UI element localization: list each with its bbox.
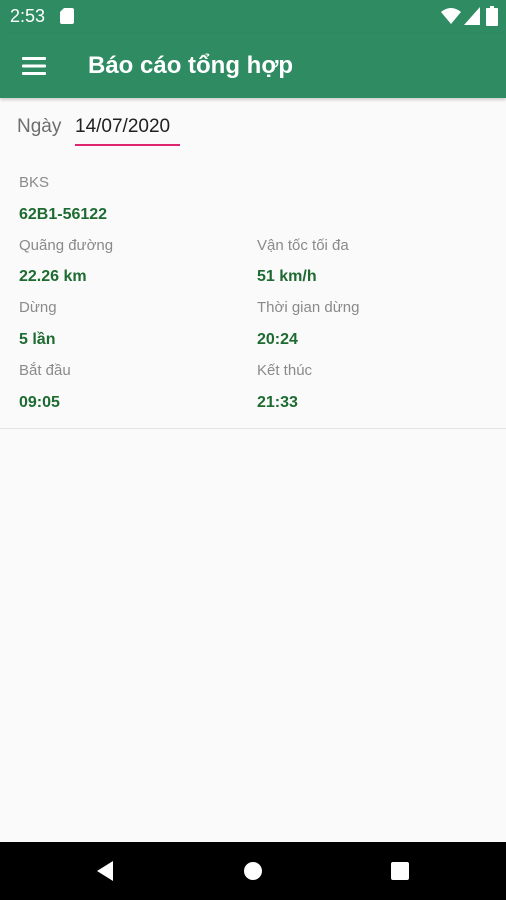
system-nav-bar bbox=[0, 842, 506, 900]
sd-card-icon bbox=[60, 8, 74, 24]
bks-label: BKS bbox=[19, 174, 50, 191]
home-icon[interactable] bbox=[238, 856, 268, 886]
status-bar: 2:53 bbox=[0, 0, 506, 33]
bks-value: 62B1-56122 bbox=[19, 206, 108, 223]
date-field[interactable] bbox=[75, 110, 180, 146]
hamburger-menu-icon[interactable] bbox=[16, 48, 52, 84]
battery-icon bbox=[486, 6, 498, 26]
status-time: 2:53 bbox=[10, 6, 46, 26]
start-label: Bắt đầu bbox=[19, 362, 71, 379]
start-value: 09:05 bbox=[19, 394, 60, 411]
screen: 2:53 Báo cáo tổng hợp Ngày BKS 62B1-5612… bbox=[0, 0, 506, 900]
date-filter: Ngày bbox=[0, 110, 506, 150]
back-icon[interactable] bbox=[91, 856, 121, 886]
wifi-icon bbox=[441, 8, 461, 24]
max-speed-label: Vận tốc tối đa bbox=[257, 237, 349, 254]
stops-value: 5 lần bbox=[19, 331, 56, 348]
date-label: Ngày bbox=[17, 116, 62, 137]
recents-icon[interactable] bbox=[385, 856, 415, 886]
page-title: Báo cáo tổng hợp bbox=[88, 52, 294, 79]
stops-label: Dừng bbox=[19, 299, 57, 316]
stop-time-value: 20:24 bbox=[257, 331, 298, 348]
end-value: 21:33 bbox=[257, 394, 298, 411]
app-bar: Báo cáo tổng hợp bbox=[0, 33, 506, 98]
signal-icon bbox=[464, 7, 480, 25]
report-summary: BKS 62B1-56122 Quãng đường 22.26 km Vận … bbox=[0, 160, 506, 429]
stop-time-label: Thời gian dừng bbox=[257, 299, 360, 316]
max-speed-value: 51 km/h bbox=[257, 268, 317, 285]
distance-label: Quãng đường bbox=[19, 237, 114, 254]
distance-value: 22.26 km bbox=[19, 268, 87, 285]
end-label: Kết thúc bbox=[257, 362, 313, 379]
